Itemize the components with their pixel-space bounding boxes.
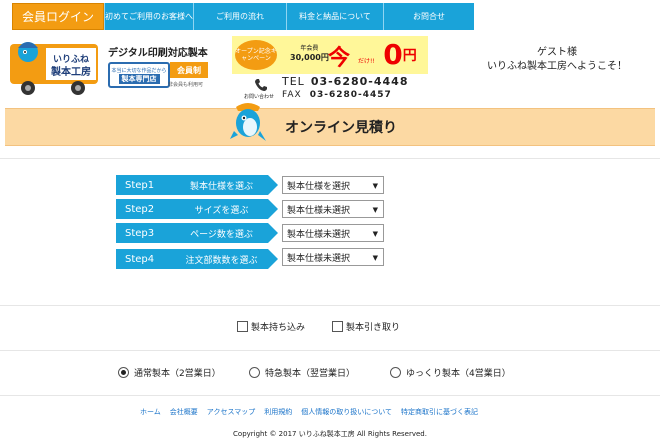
speed-normal-radio[interactable]: 通常製本（2営業日） bbox=[118, 366, 221, 379]
member-login-button[interactable]: 会員ログイン bbox=[12, 3, 104, 30]
step3-num: Step3 bbox=[125, 227, 155, 239]
sub-logo-big: 製本専門店 bbox=[118, 73, 160, 84]
tel-number: TEL 03-6280-4448 bbox=[282, 75, 408, 88]
step2-select-value: 製本仕様未選択 bbox=[287, 205, 351, 216]
chevron-down-icon: ▼ bbox=[372, 230, 378, 238]
nav-first-time[interactable]: 初めてご利用のお客様へ bbox=[104, 3, 193, 30]
step2-text: サイズを選ぶ bbox=[194, 205, 249, 216]
campaign-zero: 0円 bbox=[376, 36, 424, 73]
step4-select-value: 製本仕様未選択 bbox=[287, 253, 351, 264]
campaign-yen: 円 bbox=[402, 47, 417, 64]
speed-slow-radio[interactable]: ゆっくり製本（4営業日） bbox=[390, 366, 511, 379]
radio-icon bbox=[249, 367, 260, 378]
radio-icon bbox=[390, 367, 401, 378]
step1-text: 製本仕様を選ぶ bbox=[189, 181, 253, 192]
campaign-banner[interactable]: オープン記念キャンペーン 年会費 30,000円 今 だけ!! 0円 bbox=[232, 36, 428, 74]
fax-label: FAX bbox=[282, 90, 302, 100]
tagline: デジタル印刷対応製本 bbox=[108, 48, 208, 59]
footer-link-terms[interactable]: 利用規約 bbox=[264, 407, 292, 417]
step4-label: Step4 注文部数数を選ぶ bbox=[116, 249, 278, 269]
step1-select[interactable]: 製本仕様を選択 ▼ bbox=[282, 176, 384, 194]
tel-value: 03-6280-4448 bbox=[310, 75, 409, 88]
step2-select[interactable]: 製本仕様未選択 ▼ bbox=[282, 200, 384, 218]
checkbox-icon bbox=[332, 321, 343, 332]
campaign-dake: だけ!! bbox=[358, 58, 375, 65]
page-title-banner: オンライン見積り bbox=[5, 103, 655, 146]
bring-in-checkbox[interactable]: 製本持ち込み bbox=[237, 320, 305, 333]
footer-link-commerce[interactable]: 特定商取引に基づく表記 bbox=[401, 407, 478, 417]
chevron-down-icon: ▼ bbox=[372, 254, 378, 262]
step4-select[interactable]: 製本仕様未選択 ▼ bbox=[282, 248, 384, 266]
chevron-down-icon: ▼ bbox=[372, 206, 378, 214]
phone-label: お問い合わせ bbox=[244, 94, 275, 100]
checkbox-icon bbox=[237, 321, 248, 332]
pickup-checkbox[interactable]: 製本引き取り bbox=[332, 320, 400, 333]
speed-express-label: 特急製本（翌営業日） bbox=[265, 369, 356, 379]
step4-text: 注文部数数を選ぶ bbox=[185, 255, 258, 266]
campaign-price-amount: 30,000円 bbox=[290, 53, 329, 62]
guest-greeting: ゲスト様 いりふね製本工房へようこそ！ bbox=[458, 46, 656, 74]
logo-line2: 製本工房 bbox=[50, 65, 91, 78]
nav-contact[interactable]: お問合せ bbox=[383, 3, 474, 30]
top-nav: 会員ログイン 初めてご利用のお客様へ ご利用の流れ 料金と納品について お問合せ bbox=[12, 3, 474, 30]
footer-link-company[interactable]: 会社概要 bbox=[170, 407, 198, 417]
guest-name: ゲスト様 bbox=[537, 47, 577, 58]
step2-num: Step2 bbox=[125, 203, 155, 215]
pickup-label: 製本引き取り bbox=[346, 323, 401, 333]
speed-normal-label: 通常製本（2営業日） bbox=[134, 369, 221, 379]
fax-number: FAX 03-6280-4457 bbox=[282, 90, 392, 100]
tel-label: TEL bbox=[282, 75, 305, 88]
divider bbox=[0, 305, 660, 306]
page-title: オンライン見積り bbox=[285, 120, 397, 136]
campaign-zero-digit: 0 bbox=[383, 38, 403, 71]
step3-select[interactable]: 製本仕様未選択 ▼ bbox=[282, 224, 384, 242]
member-note: 非会員も利用可 bbox=[168, 82, 204, 88]
speed-express-radio[interactable]: 特急製本（翌営業日） bbox=[249, 366, 355, 379]
speed-slow-label: ゆっくり製本（4営業日） bbox=[406, 369, 511, 379]
phone-icon bbox=[255, 79, 267, 91]
nav-pricing[interactable]: 料金と納品について bbox=[286, 3, 383, 30]
fax-value: 03-6280-4457 bbox=[309, 90, 392, 100]
footer-links: ホーム 会社概要 アクセスマップ 利用規約 個人情報の取り扱いについて 特定商取… bbox=[140, 407, 487, 417]
bring-in-label: 製本持ち込み bbox=[251, 323, 306, 333]
step1-label: Step1 製本仕様を選ぶ bbox=[116, 175, 278, 195]
step1-select-value: 製本仕様を選択 bbox=[287, 181, 351, 192]
footer-link-access[interactable]: アクセスマップ bbox=[207, 407, 255, 417]
step3-text: ページ数を選ぶ bbox=[190, 229, 253, 240]
step2-label: Step2 サイズを選ぶ bbox=[116, 199, 278, 219]
radio-checked-icon bbox=[118, 367, 129, 378]
step3-select-value: 製本仕様未選択 bbox=[287, 229, 351, 240]
footer-link-home[interactable]: ホーム bbox=[140, 407, 161, 417]
step1-num: Step1 bbox=[125, 179, 155, 191]
sub-logo: 本当に大切な作品だから 製本専門店 bbox=[108, 62, 170, 88]
chevron-down-icon: ▼ bbox=[372, 182, 378, 190]
divider bbox=[0, 158, 660, 159]
campaign-price: 年会費 30,000円 bbox=[290, 44, 329, 62]
divider bbox=[0, 350, 660, 351]
campaign-price-label: 年会費 bbox=[300, 45, 319, 52]
step3-label: Step3 ページ数を選ぶ bbox=[116, 223, 278, 243]
campaign-pill: オープン記念キャンペーン bbox=[235, 40, 277, 70]
guest-welcome: いりふね製本工房へようこそ！ bbox=[487, 61, 627, 72]
campaign-ima: 今 bbox=[328, 46, 351, 71]
sub-logo-small: 本当に大切な作品だから bbox=[111, 67, 167, 74]
divider bbox=[0, 395, 660, 396]
logo[interactable]: いりふね 製本工房 bbox=[8, 34, 100, 96]
dolphin-mascot-icon bbox=[230, 103, 266, 141]
footer-link-privacy[interactable]: 個人情報の取り扱いについて bbox=[301, 407, 392, 417]
step4-num: Step4 bbox=[125, 253, 155, 265]
copyright: Copyright © 2017 いりふね製本工房 All Rights Res… bbox=[233, 430, 427, 438]
member-system-badge: 会員制 bbox=[170, 62, 208, 78]
nav-flow[interactable]: ご利用の流れ bbox=[193, 3, 286, 30]
logo-line1: いりふね bbox=[53, 54, 89, 65]
